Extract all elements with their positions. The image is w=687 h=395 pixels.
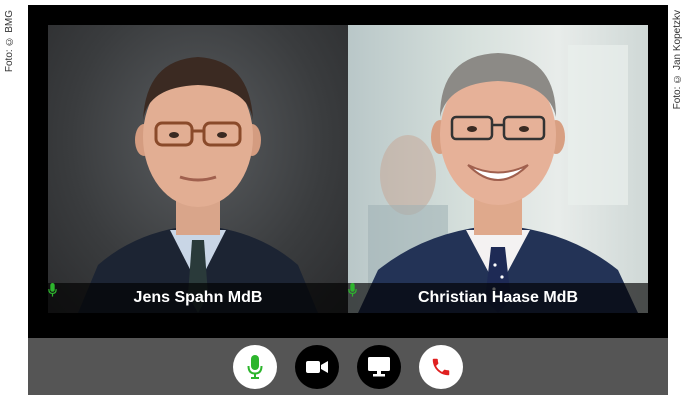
video-call-window: Jens Spahn MdB Christian Haase MdB [28, 5, 668, 395]
video-grid: Jens Spahn MdB Christian Haase MdB [48, 25, 648, 313]
participant-name: Christian Haase MdB [417, 289, 579, 306]
hang-up-phone-icon [432, 358, 450, 375]
participant-tile-2[interactable]: Christian Haase MdB [348, 25, 648, 313]
call-control-bar [28, 338, 668, 395]
toggle-camera-button[interactable] [295, 344, 339, 389]
screen-share-icon [368, 356, 390, 376]
participant-name-bar: Jens Spahn MdB [48, 283, 348, 313]
mute-microphone-button[interactable] [233, 344, 277, 389]
mic-icon [48, 283, 57, 297]
participant-video-1 [78, 57, 318, 313]
participant-name: Jens Spahn MdB [133, 289, 263, 306]
hang-up-button[interactable] [419, 344, 463, 389]
photo-credit-left: Foto: © BMG [4, 10, 15, 73]
photo-credit-right: Foto: © Jan Kopetzkv [672, 10, 683, 110]
video-camera-icon [306, 360, 328, 373]
share-screen-button[interactable] [357, 344, 401, 389]
participant-video-2 [358, 45, 638, 313]
mic-icon [348, 283, 357, 297]
participant-name-bar: Christian Haase MdB [348, 283, 648, 313]
mic-icon [247, 354, 263, 379]
participant-tile-1[interactable]: Jens Spahn MdB [48, 25, 348, 313]
